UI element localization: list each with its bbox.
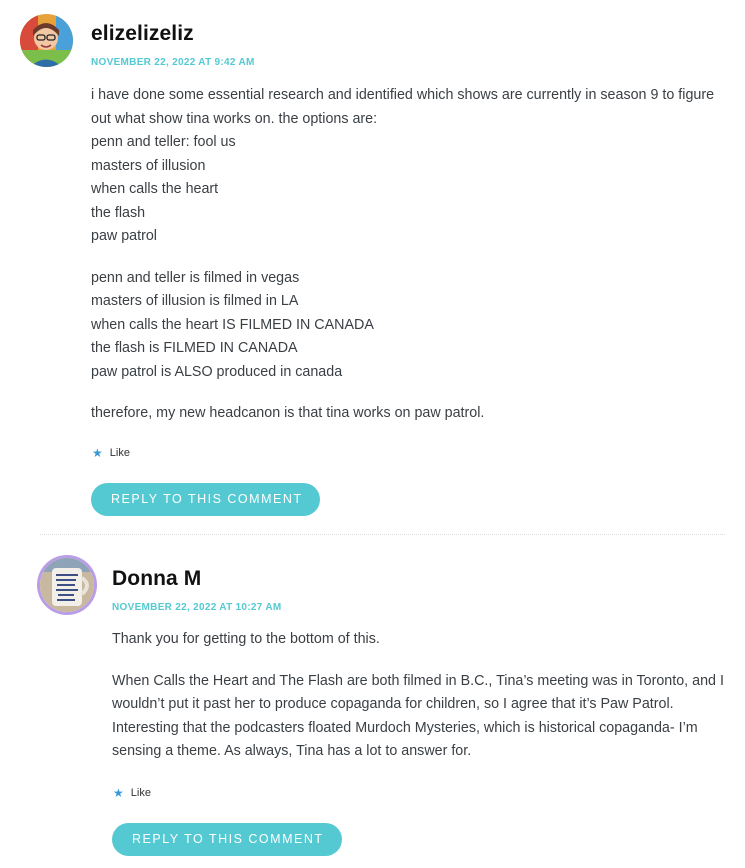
comment-author[interactable]: elizelizeliz — [91, 22, 194, 46]
comment-date-link[interactable]: NOVEMBER 22, 2022 AT 9:42 AM — [91, 57, 255, 68]
comment-body: Thank you for getting to the bottom of t… — [112, 628, 727, 782]
mug-avatar-photo-icon — [40, 558, 94, 612]
comment-text-line: masters of illusion is filmed in LA — [91, 293, 299, 309]
commenter-avatar[interactable] — [40, 558, 94, 612]
comment-divider — [40, 534, 725, 535]
reply-button[interactable]: REPLY TO THIS COMMENT — [112, 823, 342, 856]
like-label: Like — [109, 447, 130, 459]
comment-text-line: paw patrol — [91, 228, 157, 244]
comment-paragraph: penn and teller is filmed in vegas maste… — [91, 267, 731, 385]
comment-author[interactable]: Donna M — [112, 567, 201, 591]
user-avatar-photo-icon — [20, 14, 73, 67]
comment-text-line: the flash — [91, 204, 146, 221]
star-icon: ★ — [92, 446, 103, 460]
comment-date-link[interactable]: NOVEMBER 22, 2022 AT 10:27 AM — [112, 602, 282, 613]
comment-text-line: i have done some essential research and … — [91, 87, 715, 127]
comment-text-line: masters of illusion — [91, 157, 206, 174]
comment-body: i have done some essential research and … — [91, 84, 731, 444]
star-icon: ★ — [113, 786, 124, 800]
reply-button[interactable]: REPLY TO THIS COMMENT — [91, 483, 320, 516]
like-label: Like — [130, 787, 151, 799]
like-button[interactable]: ★ Like — [113, 786, 151, 800]
comment-paragraph: Thank you for getting to the bottom of t… — [112, 631, 380, 647]
comment-text-line: therefore, my new headcanon is that tina… — [91, 405, 485, 421]
comment-text-line: the flash is FILMED IN CANADA — [91, 340, 298, 356]
comment-paragraph: therefore, my new headcanon is that tina… — [91, 402, 731, 426]
commenter-avatar[interactable] — [20, 14, 73, 67]
comment-text-line: penn and teller is filmed in vegas — [91, 269, 300, 286]
like-button[interactable]: ★ Like — [92, 446, 130, 460]
comment-text-line: paw patrol is ALSO produced in canada — [91, 363, 343, 380]
comment-text-line: when calls the heart IS FILMED IN CANADA — [91, 316, 374, 333]
comment-text-line: when calls the heart — [91, 181, 219, 197]
comment-paragraph: When Calls the Heart and The Flash are b… — [112, 672, 724, 760]
comment-paragraph: i have done some essential research and … — [91, 84, 731, 249]
comment-text-line: penn and teller: fool us — [91, 134, 236, 150]
